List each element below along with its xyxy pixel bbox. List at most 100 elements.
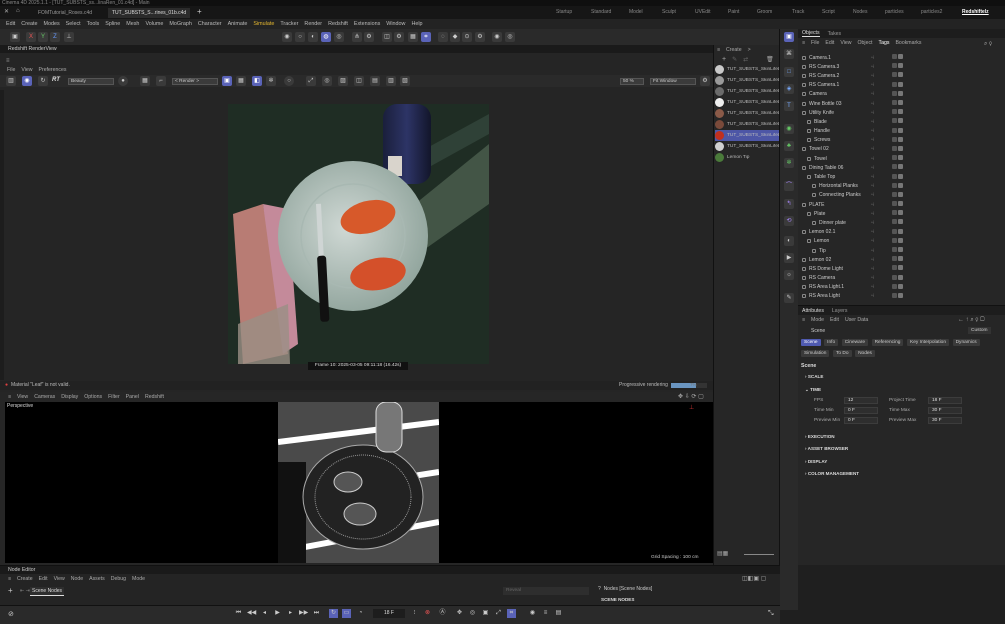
z-axis-icon[interactable]: Z	[50, 32, 60, 42]
object-row[interactable]: Handle ▫⁝	[798, 127, 1005, 136]
camera-icon[interactable]: ⌘	[784, 49, 794, 59]
tag-icons[interactable]	[892, 247, 904, 254]
crop-icon[interactable]: ⌐	[156, 76, 166, 86]
tag-icons[interactable]	[892, 283, 904, 291]
object-row[interactable]: Towel ▫⁝	[798, 154, 1005, 163]
attr-btn-referencing[interactable]: Referencing	[871, 339, 904, 346]
timeline-more-icon[interactable]: ▤	[554, 609, 563, 618]
vp-menu-filter[interactable]: Filter	[108, 394, 120, 400]
grid-view-icon[interactable]: ▦	[140, 76, 150, 86]
coordinate-icon[interactable]: ⊥	[64, 32, 74, 42]
menu-tools[interactable]: Tools	[84, 19, 103, 29]
visibility-icon[interactable]: ▫⁝	[871, 266, 874, 272]
tag-icons[interactable]	[892, 90, 904, 98]
attr-menu-edit[interactable]: Edit	[830, 317, 839, 323]
object-row[interactable]: RS Camera.2 ▫⁝	[798, 71, 1005, 80]
layout-tab-script[interactable]: Script	[822, 6, 835, 19]
visibility-icon[interactable]: ▫⁝	[871, 156, 874, 162]
points-mode-icon[interactable]: ⋔	[352, 32, 362, 42]
menu-spline[interactable]: Spline	[102, 19, 123, 29]
object-row[interactable]: Lemon ▫⁝	[798, 237, 1005, 246]
tag-icons[interactable]	[892, 237, 904, 245]
doc-tab-0[interactable]: FOMTutorial_Roses.c4d	[34, 8, 96, 18]
viewport-nav-icons[interactable]: ✥ ⇩ ⟳ ▢	[678, 393, 704, 400]
material-item[interactable]: TUT_SUBSTS_SkinLifeLe	[715, 108, 779, 119]
layout-tab-particles[interactable]: particles	[885, 6, 904, 19]
material-item[interactable]: Lemon Tip	[715, 152, 779, 163]
next-frame-icon[interactable]: ▸	[286, 609, 295, 618]
menu-create[interactable]: Create	[18, 19, 40, 29]
fps-field[interactable]: 12	[844, 397, 878, 404]
material-item[interactable]: TUT_SUBSTS_SkinLifeLe	[715, 64, 779, 75]
material-item[interactable]: TUT_SUBSTS_SkinLifeLe	[715, 75, 779, 86]
tag-icons[interactable]	[892, 164, 904, 171]
last-frame-icon[interactable]: ⏭	[312, 609, 321, 618]
gear2-icon[interactable]: ⚙	[475, 32, 485, 42]
object-row[interactable]: Tip ▫⁝	[798, 246, 1005, 255]
tab-takes[interactable]: Takes	[828, 31, 842, 37]
menu-volume[interactable]: Volume	[142, 19, 166, 29]
tag-icons[interactable]	[892, 182, 904, 190]
visibility-icon[interactable]: ▫⁝	[871, 146, 874, 152]
section-execution[interactable]: › EXECUTION	[805, 434, 835, 439]
visibility-icon[interactable]: ▫⁝	[871, 110, 874, 116]
tag-icons[interactable]	[892, 100, 904, 107]
ne-layout-icons[interactable]: ◫◧▣ ▢	[742, 575, 766, 582]
obj-menu-tags[interactable]: Tags	[879, 40, 890, 46]
fps-icon[interactable]: ◔	[356, 609, 365, 618]
material-item[interactable]: TUT_SUBSTS_SkinLifeLe	[715, 97, 779, 108]
attr-btn-info[interactable]: Info	[824, 339, 839, 346]
visibility-icon[interactable]: ▫⁝	[871, 55, 874, 61]
effector-icon[interactable]: ✲	[784, 158, 794, 168]
refresh-icon[interactable]: ↻	[38, 76, 48, 86]
object-row[interactable]: Camera.1 ▫⁝	[798, 53, 1005, 62]
render-region-icon[interactable]: ◫	[382, 32, 392, 42]
attr-btn-key-interpolation[interactable]: Key Interpolation	[907, 339, 950, 346]
rt-toggle[interactable]: RT	[52, 77, 60, 83]
visibility-icon[interactable]: ▫⁝	[871, 101, 874, 107]
scale-icon[interactable]: ◐	[308, 32, 318, 42]
object-row[interactable]: Dining Table 06 ▫⁝	[798, 163, 1005, 172]
menu-character[interactable]: Character	[195, 19, 225, 29]
hamburger-icon[interactable]: ≡	[6, 58, 14, 66]
menu-window[interactable]: Window	[383, 19, 408, 29]
object-row[interactable]: Towel 02 ▫⁝	[798, 145, 1005, 154]
menu-mesh[interactable]: Mesh	[123, 19, 142, 29]
menu-tracker[interactable]: Tracker	[277, 19, 301, 29]
visibility-icon[interactable]: ▫⁝	[871, 91, 874, 97]
menu-help[interactable]: Help	[408, 19, 425, 29]
object-row[interactable]: RS Dome Light ▫⁝	[798, 264, 1005, 273]
aov-select[interactable]: Beauty	[68, 78, 114, 85]
layout-tab-nodes[interactable]: Nodes	[853, 6, 867, 19]
tab-objects[interactable]: Objects	[802, 30, 820, 37]
object-row[interactable]: Camera ▫⁝	[798, 90, 1005, 99]
attr-hamburger-icon[interactable]: ≡	[802, 317, 805, 323]
tag-icons[interactable]	[892, 191, 904, 199]
layout-tab-startup[interactable]: Startup	[556, 6, 572, 19]
layout-tab-uvedit[interactable]: UVEdit	[695, 6, 711, 19]
visibility-icon[interactable]: ▫⁝	[871, 293, 874, 299]
tag-icons[interactable]	[892, 201, 904, 208]
timeline-expand-icon[interactable]: ⤡	[768, 610, 774, 618]
tag-icons[interactable]	[892, 81, 904, 89]
layout-tab-paint[interactable]: Paint	[728, 6, 739, 19]
key-rotate-icon[interactable]: ◎	[468, 609, 477, 618]
tag-icons[interactable]	[892, 265, 904, 272]
object-row[interactable]: Table Top ▫⁝	[798, 172, 1005, 181]
visibility-icon[interactable]: ▫⁝	[871, 64, 874, 70]
vp-menu-display[interactable]: Display	[61, 394, 78, 400]
tag-icons[interactable]	[892, 210, 904, 217]
film-icon[interactable]: ▥	[6, 76, 16, 86]
list-view-icon[interactable]: ▤▦	[717, 551, 728, 557]
twist-icon[interactable]: ⟲	[784, 216, 794, 226]
menu-redshift[interactable]: Redshift	[325, 19, 351, 29]
render-settings-icon[interactable]: ⚙	[394, 32, 404, 42]
project-time-field[interactable]: 18 F	[928, 397, 962, 404]
visibility-icon[interactable]: ▫⁝	[871, 211, 874, 217]
rv-menu-view[interactable]: View	[21, 67, 32, 73]
bokeh-icon[interactable]: ◫	[354, 76, 364, 86]
object-row[interactable]: Lemon 02.1 ▫⁝	[798, 228, 1005, 237]
object-row[interactable]: RS Area Light.1 ▫⁝	[798, 283, 1005, 292]
timeline-settings-icon[interactable]: ⊘	[8, 610, 14, 618]
visibility-icon[interactable]: ▫⁝	[871, 174, 874, 180]
